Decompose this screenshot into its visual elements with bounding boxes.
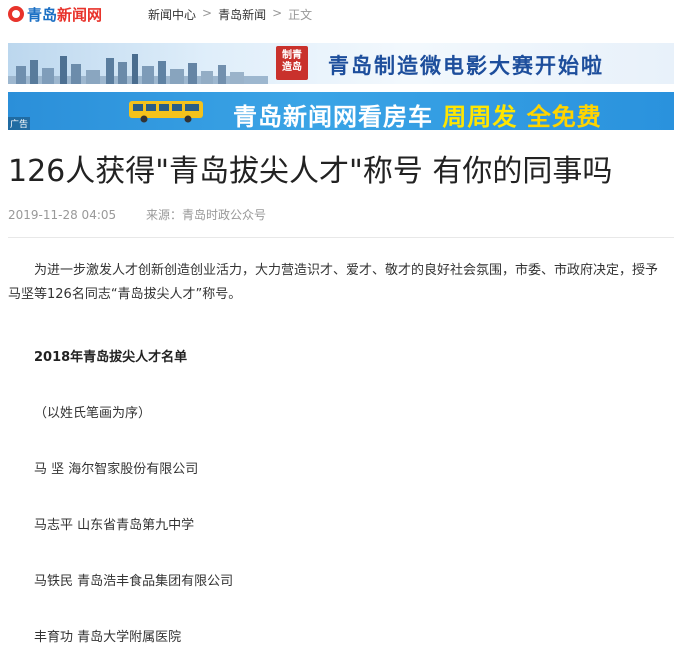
breadcrumb: 新闻中心 > 青岛新闻 > 正文 [148, 6, 312, 23]
micro-film-badge-logo: 制青 造岛 [276, 46, 308, 80]
site-header: 青岛新闻网 新闻中心 > 青岛新闻 > 正文 [8, 4, 674, 26]
ad-banner-house-tour[interactable]: 青岛新闻网看房车 周周发 全免费 广告 [8, 92, 674, 130]
site-logo[interactable]: 青岛新闻网 [8, 4, 102, 24]
intro-paragraph: 为进一步激发人才创新创造创业活力，大力营造识才、爱才、敬才的良好社会氛围，市委、… [8, 263, 659, 302]
city-skyline-image [8, 54, 268, 84]
breadcrumb-separator: > [272, 6, 283, 20]
ad-label: 广告 [8, 117, 31, 130]
breadcrumb-separator: > [202, 6, 213, 20]
bus-icon [129, 101, 203, 123]
list-item: 马志平 山东省青岛第九中学 [34, 518, 195, 533]
breadcrumb-current: 正文 [288, 8, 313, 22]
breadcrumb-qingdao-news[interactable]: 青岛新闻 [218, 6, 266, 23]
list-item: 马 坚 海尔智家股份有限公司 [34, 462, 199, 477]
publish-date: 2019-11-28 04:05 [8, 208, 117, 222]
article-title: 126人获得"青岛拔尖人才"称号 有你的同事吗 [8, 154, 613, 189]
banner2-headline: 青岛新闻网看房车 周周发 全免费 [233, 103, 602, 130]
banner1-headline: 青岛制造微电影大赛开始啦 [328, 54, 604, 78]
list-note: （以姓氏笔画为序） [34, 406, 152, 421]
divider [8, 237, 674, 238]
list-item: 马铁民 青岛浩丰食品集团有限公司 [34, 574, 234, 589]
list-title: 2018年青岛拔尖人才名单 [34, 350, 188, 365]
breadcrumb-news-center[interactable]: 新闻中心 [148, 6, 196, 23]
ad-banner-micro-film[interactable]: 制青 造岛 青岛制造微电影大赛开始啦 [8, 43, 674, 84]
logo-text: 青岛新闻网 [27, 5, 103, 24]
logo-icon [8, 6, 24, 22]
article-source: 来源：青岛时政公众号 [145, 208, 266, 222]
article-meta: 2019-11-28 04:05 来源：青岛时政公众号 [8, 206, 266, 223]
list-item: 丰育功 青岛大学附属医院 [34, 630, 182, 645]
